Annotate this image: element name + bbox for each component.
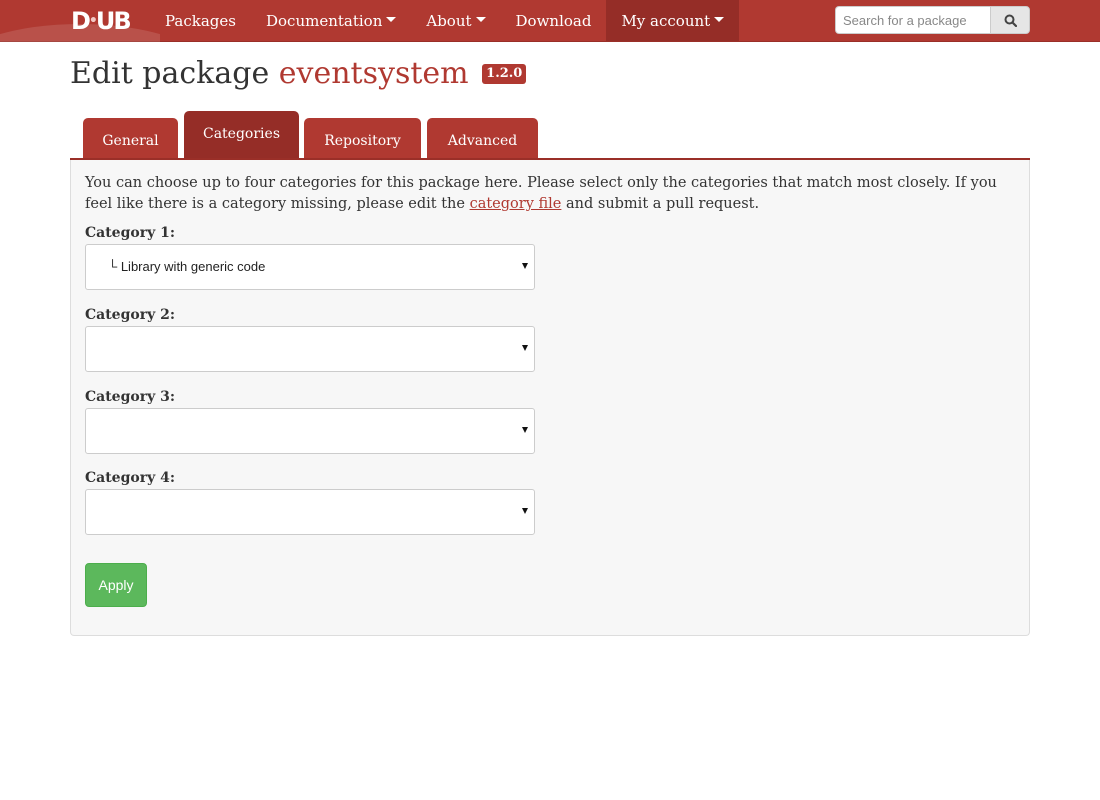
intro-text: You can choose up to four categories for… bbox=[85, 173, 1015, 215]
category-3-label: Category 3: bbox=[85, 389, 176, 405]
tab-label: General bbox=[102, 133, 159, 149]
package-search bbox=[835, 6, 1030, 34]
nav-label: Download bbox=[515, 11, 592, 30]
nav-item-download[interactable]: Download bbox=[501, 0, 607, 41]
category-1-label: Category 1: bbox=[85, 225, 176, 241]
search-input[interactable] bbox=[835, 6, 990, 34]
nav-item-about[interactable]: About bbox=[411, 0, 500, 41]
edit-tabs: General Categories Repository Advanced bbox=[70, 110, 1030, 160]
category-4-select[interactable] bbox=[85, 489, 535, 535]
tab-label: Repository bbox=[324, 133, 401, 149]
nav-label: About bbox=[426, 11, 472, 30]
intro-text-part: and submit a pull request. bbox=[561, 196, 760, 212]
dub-logo[interactable]: D•UB bbox=[71, 7, 132, 35]
nav-label: Packages bbox=[165, 11, 236, 30]
category-4-label: Category 4: bbox=[85, 470, 176, 486]
apply-button[interactable]: Apply bbox=[85, 563, 147, 607]
nav-item-packages[interactable]: Packages bbox=[150, 0, 251, 41]
dropdown-arrow-icon bbox=[522, 508, 528, 514]
title-prefix: Edit package bbox=[70, 56, 270, 91]
category-file-link[interactable]: category file bbox=[470, 196, 562, 212]
tab-categories[interactable]: Categories bbox=[184, 111, 299, 158]
category-1-select[interactable]: └ Library with generic code bbox=[85, 244, 535, 290]
dropdown-arrow-icon bbox=[522, 345, 528, 351]
dropdown-arrow-icon bbox=[522, 427, 528, 433]
categories-panel: You can choose up to four categories for… bbox=[70, 160, 1030, 636]
category-2-label: Category 2: bbox=[85, 307, 176, 323]
nav-label: My account bbox=[621, 11, 711, 30]
dropdown-arrow-icon bbox=[522, 263, 528, 269]
search-icon bbox=[1004, 14, 1017, 27]
tab-repository[interactable]: Repository bbox=[304, 118, 421, 158]
tab-label: Categories bbox=[203, 126, 280, 142]
page-title: Edit package eventsystem 1.2.0 bbox=[70, 56, 527, 91]
top-navbar: D•UB Packages Documentation About Downlo… bbox=[0, 0, 1100, 42]
main-nav: Packages Documentation About Download My… bbox=[150, 0, 740, 41]
nav-label: Documentation bbox=[265, 11, 383, 30]
search-button[interactable] bbox=[990, 6, 1030, 34]
caret-down-icon bbox=[714, 17, 725, 22]
tab-advanced[interactable]: Advanced bbox=[427, 118, 538, 158]
tab-label: Advanced bbox=[447, 133, 518, 149]
caret-down-icon bbox=[475, 17, 486, 22]
caret-down-icon bbox=[386, 17, 397, 22]
nav-item-documentation[interactable]: Documentation bbox=[251, 0, 411, 41]
category-2-select[interactable] bbox=[85, 326, 535, 372]
version-badge: 1.2.0 bbox=[482, 64, 527, 84]
nav-item-my-account[interactable]: My account bbox=[606, 0, 740, 41]
package-name: eventsystem bbox=[278, 56, 469, 91]
tab-general[interactable]: General bbox=[83, 118, 178, 158]
category-3-select[interactable] bbox=[85, 408, 535, 454]
selected-value: └ Library with generic code bbox=[108, 259, 266, 274]
